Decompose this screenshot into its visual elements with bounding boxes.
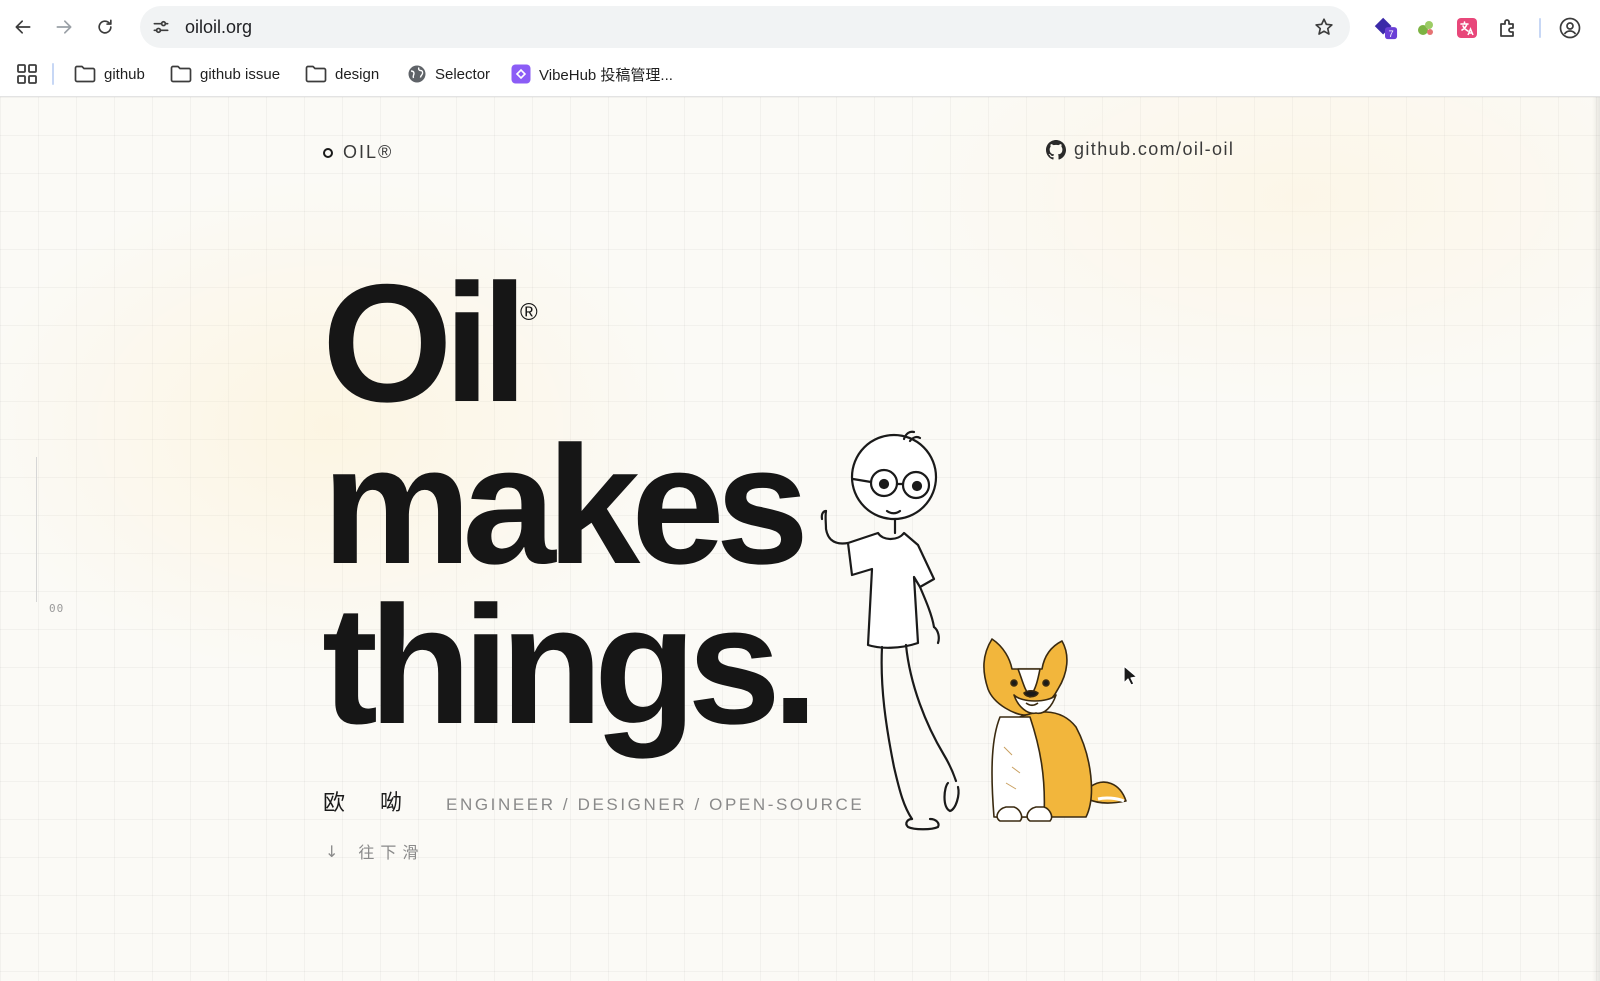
bookmark-selector[interactable]: Selector (407, 61, 490, 87)
bookmark-github[interactable]: github (74, 61, 145, 87)
globe-icon (408, 65, 426, 83)
github-link[interactable]: github.com/oil-oil (1046, 139, 1234, 160)
arrow-down-icon: ↓ (325, 841, 345, 861)
apps-grid-icon[interactable] (16, 63, 38, 85)
url-text[interactable]: oiloil.org (185, 17, 252, 38)
identity-line: 欧 呦 ENGINEER / DESIGNER / OPEN-SOURCE (323, 785, 864, 817)
person-illustration (820, 430, 960, 831)
scroll-hint-text: 往下滑 (358, 843, 425, 862)
logo-dot-icon (323, 147, 333, 158)
bookmark-label: design (335, 65, 380, 83)
scroll-down-hint[interactable]: ↓ 往下滑 (325, 839, 424, 863)
bookmark-label: github (104, 65, 145, 83)
forward-button[interactable] (50, 13, 78, 41)
scroll-progress-rule (36, 457, 37, 602)
extension-puzzle-green-icon[interactable] (1413, 15, 1439, 41)
hero-line-3: things. (322, 571, 819, 759)
bookmark-vibehub[interactable]: VibeHub 投稿管理... (511, 61, 673, 87)
extension-badge: 7 (1388, 29, 1393, 39)
hero-line-2: makes (322, 411, 809, 599)
extensions-puzzle-icon[interactable] (1495, 15, 1521, 41)
extension-translate-icon[interactable] (1454, 15, 1480, 41)
section-counter: 00 (49, 602, 65, 615)
vibehub-icon (511, 64, 531, 84)
folder-icon (305, 65, 327, 83)
bookmark-star-icon[interactable] (1312, 15, 1336, 39)
bookmark-label: VibeHub 投稿管理... (539, 66, 673, 84)
hero-line-1: Oil ® (322, 259, 538, 427)
bookmark-label: Selector (435, 65, 491, 83)
hero-word-oil: Oil (322, 249, 528, 437)
back-button[interactable] (9, 13, 37, 41)
browser-toolbar: oiloil.org 7 (0, 0, 1600, 55)
bookmarks-bar: github github issue design Selector Vibe… (0, 55, 1600, 97)
chinese-name: 欧 呦 (323, 791, 416, 816)
address-bar[interactable]: oiloil.org (140, 6, 1350, 48)
folder-icon (74, 65, 96, 83)
site-info-icon[interactable] (150, 16, 172, 38)
bookmarks-divider (52, 63, 54, 85)
arrow-left-icon (15, 20, 31, 34)
site-logo[interactable]: OIL® (323, 142, 393, 163)
folder-icon (170, 65, 192, 83)
reload-icon (98, 19, 112, 34)
dog-illustration (983, 638, 1127, 822)
page-viewport: 00 OIL® github.com/oil-oil Oil ® makes t… (0, 97, 1600, 981)
github-link-text: github.com/oil-oil (1074, 139, 1235, 159)
registered-mark: ® (520, 299, 538, 326)
reload-button[interactable] (91, 13, 119, 41)
github-icon (1046, 139, 1066, 160)
bookmark-label: github issue (200, 65, 281, 83)
profile-avatar-icon[interactable] (1557, 15, 1583, 41)
mouse-cursor-icon (1123, 665, 1138, 686)
window-edge-shadow (1592, 97, 1600, 981)
extension-diamond-icon[interactable]: 7 (1372, 15, 1398, 41)
bookmark-design[interactable]: design (305, 61, 379, 87)
toolbar-divider (1539, 18, 1541, 38)
hero-illustration (820, 430, 1127, 831)
bookmark-github-issue[interactable]: github issue (170, 61, 280, 87)
brand-text: OIL® (343, 142, 394, 162)
arrow-right-icon (56, 20, 72, 34)
